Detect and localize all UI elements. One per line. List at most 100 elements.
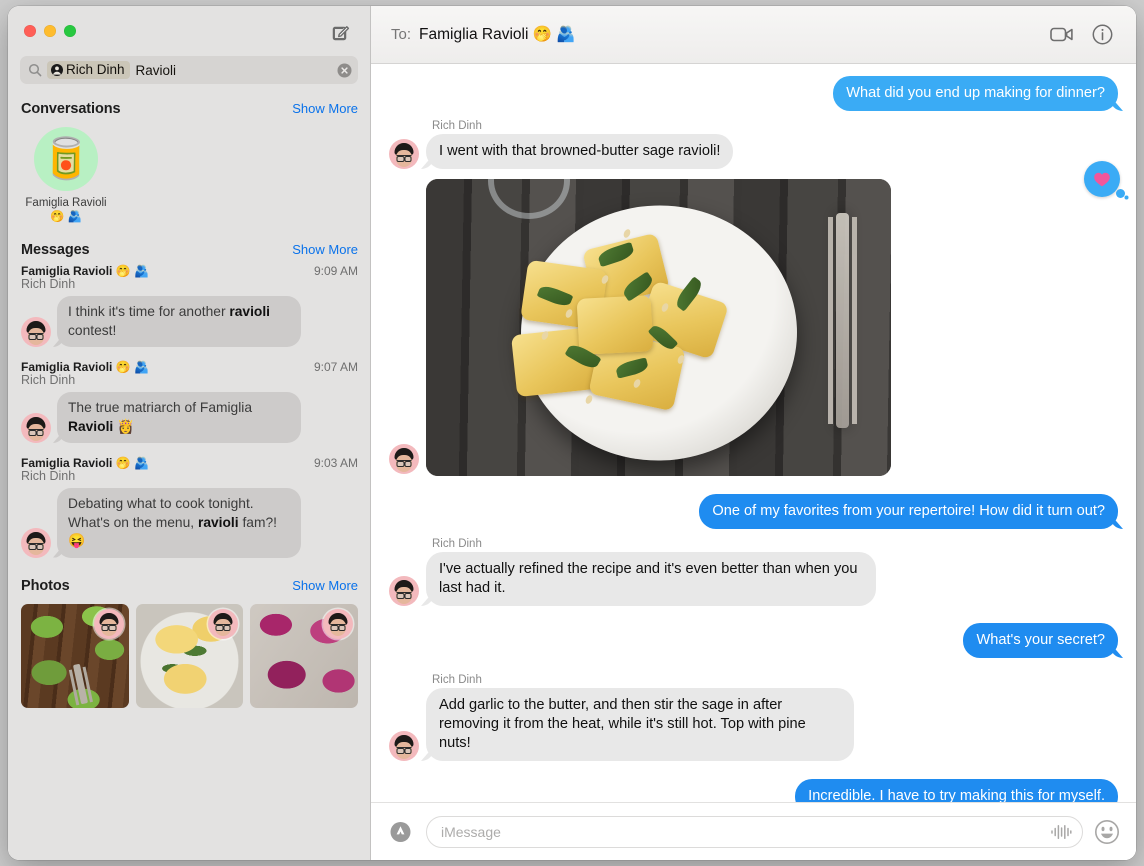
conversation-avatar: 🥫 (34, 127, 98, 191)
message-row-outgoing: What's your secret? (389, 623, 1118, 658)
search-token-rich-dinh[interactable]: Rich Dinh (47, 61, 130, 79)
info-circle-icon[interactable] (1086, 19, 1118, 51)
message-row-outgoing: One of my favorites from your repertoire… (389, 494, 1118, 529)
message-bubble[interactable]: I've actually refined the recipe and it'… (426, 552, 876, 606)
message-bubble[interactable]: One of my favorites from your repertoire… (699, 494, 1118, 529)
conversations-section-header: Conversations Show More (8, 94, 370, 121)
photos-section-header: Photos Show More (8, 560, 370, 598)
conversations-show-more[interactable]: Show More (292, 101, 358, 116)
message-result-sender: Rich Dinh (21, 373, 76, 387)
clear-icon[interactable] (337, 63, 352, 78)
message-result-bubble-row: The true matriarch of Famiglia Ravioli 👸 (21, 392, 358, 443)
message-result-sender: Rich Dinh (21, 469, 76, 483)
person-circle-icon (51, 63, 63, 76)
imessage-placeholder: iMessage (441, 823, 501, 840)
message-sender-name: Rich Dinh (432, 674, 482, 686)
minimize-button[interactable] (44, 25, 56, 37)
search-input[interactable]: Rich Dinh Ravioli (20, 56, 358, 84)
message-bubble[interactable]: Incredible. I have to try making this fo… (795, 779, 1118, 802)
messages-window: Rich Dinh Ravioli Conversations Show Mor… (8, 6, 1136, 860)
message-result-item[interactable]: Famiglia Ravioli 🤭 🫂 9:03 AM Rich Dinh D… (8, 456, 370, 560)
message-row-outgoing: Incredible. I have to try making this fo… (389, 779, 1118, 802)
imessage-input[interactable]: iMessage (426, 815, 1083, 848)
search-token-label: Rich Dinh (66, 62, 125, 77)
close-button[interactable] (24, 25, 36, 37)
avatar (21, 317, 51, 347)
conversation-header: To: Famiglia Ravioli 🤭 🫂 (371, 6, 1136, 64)
conversation-pane: To: Famiglia Ravioli 🤭 🫂 What did you en… (371, 6, 1136, 860)
message-result-time: 9:03 AM (313, 456, 358, 470)
conversation-item-famiglia-ravioli[interactable]: 🥫 Famiglia Ravioli 🤭 🫂 (24, 127, 108, 224)
message-row-incoming: I've actually refined the recipe and it'… (389, 552, 1118, 606)
photos-show-more[interactable]: Show More (292, 578, 358, 593)
photo-thumbnail[interactable] (135, 603, 244, 708)
zoom-button[interactable] (64, 25, 76, 37)
message-result-bubble: The true matriarch of Famiglia Ravioli 👸 (57, 392, 301, 443)
to-label: To: (391, 26, 412, 43)
message-result-bubble-row: I think it's time for another ravioli co… (21, 296, 358, 347)
avatar (21, 527, 51, 558)
search-results[interactable]: Conversations Show More 🥫 Famiglia Ravio… (8, 94, 370, 860)
compose-icon[interactable] (328, 20, 354, 46)
conversations-title: Conversations (21, 101, 121, 117)
message-result-item[interactable]: Famiglia Ravioli 🤭 🫂 9:09 AM Rich Dinh I… (8, 264, 370, 349)
message-row-incoming: I went with that browned-butter sage rav… (389, 134, 1118, 169)
conversations-list: 🥫 Famiglia Ravioli 🤭 🫂 (8, 121, 370, 226)
message-result-conversation: Famiglia Ravioli 🤭 🫂 (21, 456, 149, 470)
message-bubble[interactable]: What did you end up making for dinner? (833, 76, 1118, 111)
photo-thumbnail[interactable] (21, 603, 129, 708)
message-result-conversation: Famiglia Ravioli 🤭 🫂 (21, 360, 149, 374)
sidebar: Rich Dinh Ravioli Conversations Show Mor… (8, 6, 371, 860)
message-input-bar: iMessage (371, 802, 1136, 860)
fork (836, 213, 849, 428)
window-controls (24, 25, 76, 37)
avatar (323, 608, 354, 639)
video-camera-icon[interactable] (1046, 19, 1078, 51)
message-result-bubble-row: Debating what to cook tonight. What's on… (21, 488, 358, 558)
message-result-meta: Famiglia Ravioli 🤭 🫂 9:03 AM (21, 456, 358, 470)
message-result-meta: Famiglia Ravioli 🤭 🫂 9:09 AM (21, 264, 358, 278)
messages-section-header: Messages Show More (8, 226, 370, 262)
avatar (93, 608, 124, 639)
message-group-incoming: Rich Dinh Add garlic to the butter, and … (389, 660, 1118, 761)
message-result-time: 9:07 AM (313, 360, 358, 374)
app-store-icon[interactable] (389, 819, 415, 845)
tapback-heart[interactable] (1084, 161, 1125, 198)
avatar (208, 608, 239, 639)
search-query-text: Ravioli (135, 62, 177, 78)
message-result-sender: Rich Dinh (21, 277, 76, 291)
emoji-smiley-icon[interactable] (1094, 819, 1120, 845)
message-group-incoming: Rich Dinh I've actually refined the reci… (389, 531, 1118, 606)
recipient-name[interactable]: Famiglia Ravioli 🤭 🫂 (419, 25, 576, 44)
message-row-outgoing: What did you end up making for dinner? (389, 76, 1118, 111)
avatar (389, 139, 419, 169)
avatar (389, 576, 419, 606)
photos-list (8, 598, 370, 708)
avatar (21, 413, 51, 443)
message-result-item[interactable]: Famiglia Ravioli 🤭 🫂 9:07 AM Rich Dinh T… (8, 360, 370, 445)
message-sender-name: Rich Dinh (432, 538, 482, 550)
message-result-time: 9:09 AM (313, 264, 358, 278)
message-bubble[interactable]: Add garlic to the butter, and then stir … (426, 688, 854, 761)
message-group-incoming: Rich Dinh I went with that browned-butte… (389, 113, 1118, 169)
avatar (389, 444, 419, 474)
audio-waveform-icon[interactable] (1050, 824, 1072, 840)
photo-attachment[interactable] (426, 179, 891, 476)
message-bubble[interactable]: What's your secret? (963, 623, 1118, 658)
search-container: Rich Dinh Ravioli (8, 56, 370, 94)
message-bubble[interactable]: I went with that browned-butter sage rav… (426, 134, 734, 169)
message-row-incoming: Add garlic to the butter, and then stir … (389, 688, 1118, 761)
message-sender-name: Rich Dinh (432, 120, 482, 132)
message-result-meta: Famiglia Ravioli 🤭 🫂 9:07 AM (21, 360, 358, 374)
message-row-attachment (389, 161, 1125, 476)
message-result-bubble: Debating what to cook tonight. What's on… (57, 488, 301, 558)
messages-show-more[interactable]: Show More (292, 242, 358, 257)
ravioli (576, 295, 654, 355)
avatar (389, 731, 419, 761)
search-icon (28, 63, 42, 77)
message-result-conversation: Famiglia Ravioli 🤭 🫂 (21, 264, 149, 278)
photos-title: Photos (21, 577, 70, 594)
photo-thumbnail[interactable] (250, 603, 359, 708)
message-thread[interactable]: What did you end up making for dinner? R… (371, 64, 1136, 802)
sidebar-titlebar (8, 6, 370, 56)
